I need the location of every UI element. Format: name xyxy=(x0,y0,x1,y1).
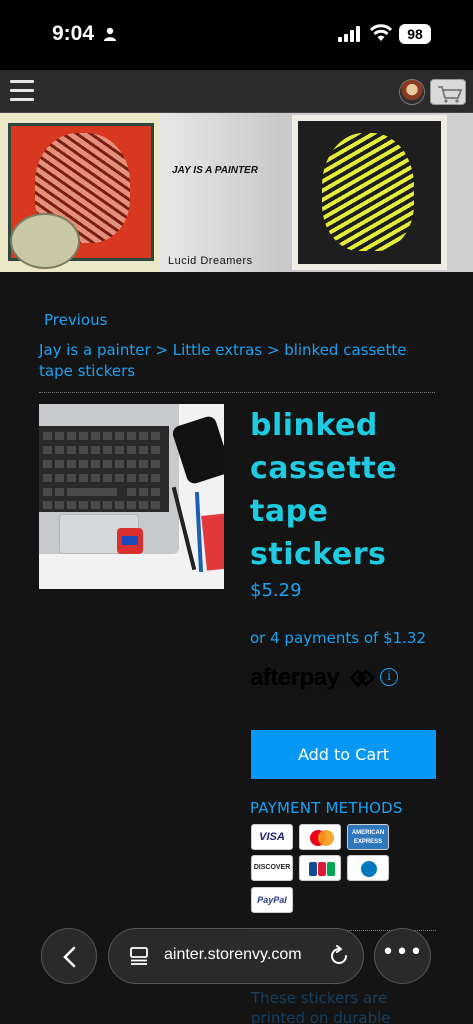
product-description: These stickers are printed on durable xyxy=(251,989,391,1024)
diners-club-card-icon xyxy=(347,855,389,881)
product-price: $5.29 xyxy=(250,580,302,601)
more-options-button[interactable]: ••• xyxy=(374,928,431,984)
visa-card-icon: VISA xyxy=(251,824,293,850)
person-icon xyxy=(104,27,116,41)
info-icon[interactable]: i xyxy=(380,668,398,686)
afterpay-badge[interactable]: afterpay i xyxy=(250,664,398,692)
jcb-card-icon xyxy=(299,855,341,881)
amex-card-icon: AMERICAN EXPRESS xyxy=(347,824,389,850)
store-avatar[interactable] xyxy=(399,79,425,105)
banner-yellow-portrait xyxy=(292,115,447,270)
browser-url-bar[interactable]: ainter.storenvy.com xyxy=(108,928,364,984)
payment-methods-label: PAYMENT METHODS xyxy=(250,799,403,817)
product-title: blinked cassette tape stickers xyxy=(250,408,398,572)
status-bar: 9:04 98 xyxy=(0,0,473,70)
discover-card-icon: DISCOVER xyxy=(251,855,293,881)
shopping-cart-icon xyxy=(438,86,463,103)
paypal-card-icon: PayPal xyxy=(251,887,293,913)
chevron-left-icon xyxy=(63,946,76,968)
url-text: ainter.storenvy.com xyxy=(164,946,302,963)
breadcrumb[interactable]: Jay is a painter > Little extras > blink… xyxy=(39,340,434,382)
add-to-cart-button[interactable]: Add to Cart xyxy=(251,730,436,779)
browser-back-button[interactable] xyxy=(41,928,97,984)
divider xyxy=(39,392,435,393)
previous-link[interactable]: Previous xyxy=(44,311,107,329)
status-time: 9:04 xyxy=(52,22,95,45)
cart-button[interactable] xyxy=(430,79,466,105)
afterpay-logo: afterpay xyxy=(250,664,340,691)
reload-icon[interactable] xyxy=(328,945,350,967)
installments-text: or 4 payments of $1.32 xyxy=(250,629,426,647)
page-menu-icon xyxy=(130,947,148,965)
product-image[interactable] xyxy=(39,404,224,589)
banner-subtitle: Lucid Dreamers xyxy=(168,255,253,267)
battery-indicator: 98 xyxy=(399,24,431,44)
mastercard-card-icon xyxy=(299,824,341,850)
cellular-signal-icon xyxy=(338,26,360,42)
pen-photo xyxy=(194,491,204,573)
wifi-icon xyxy=(369,24,393,41)
cassette-sticker-photo xyxy=(117,528,143,554)
banner-red-portrait xyxy=(0,113,160,272)
notebook-photo xyxy=(201,512,224,571)
afterpay-arrows-icon xyxy=(348,668,376,688)
hamburger-menu-icon[interactable] xyxy=(10,80,34,102)
banner-title: JAY IS A PAINTER xyxy=(172,165,258,176)
store-banner[interactable]: JAY IS A PAINTER Lucid Dreamers xyxy=(0,113,473,272)
laptop-photo xyxy=(39,404,179,554)
